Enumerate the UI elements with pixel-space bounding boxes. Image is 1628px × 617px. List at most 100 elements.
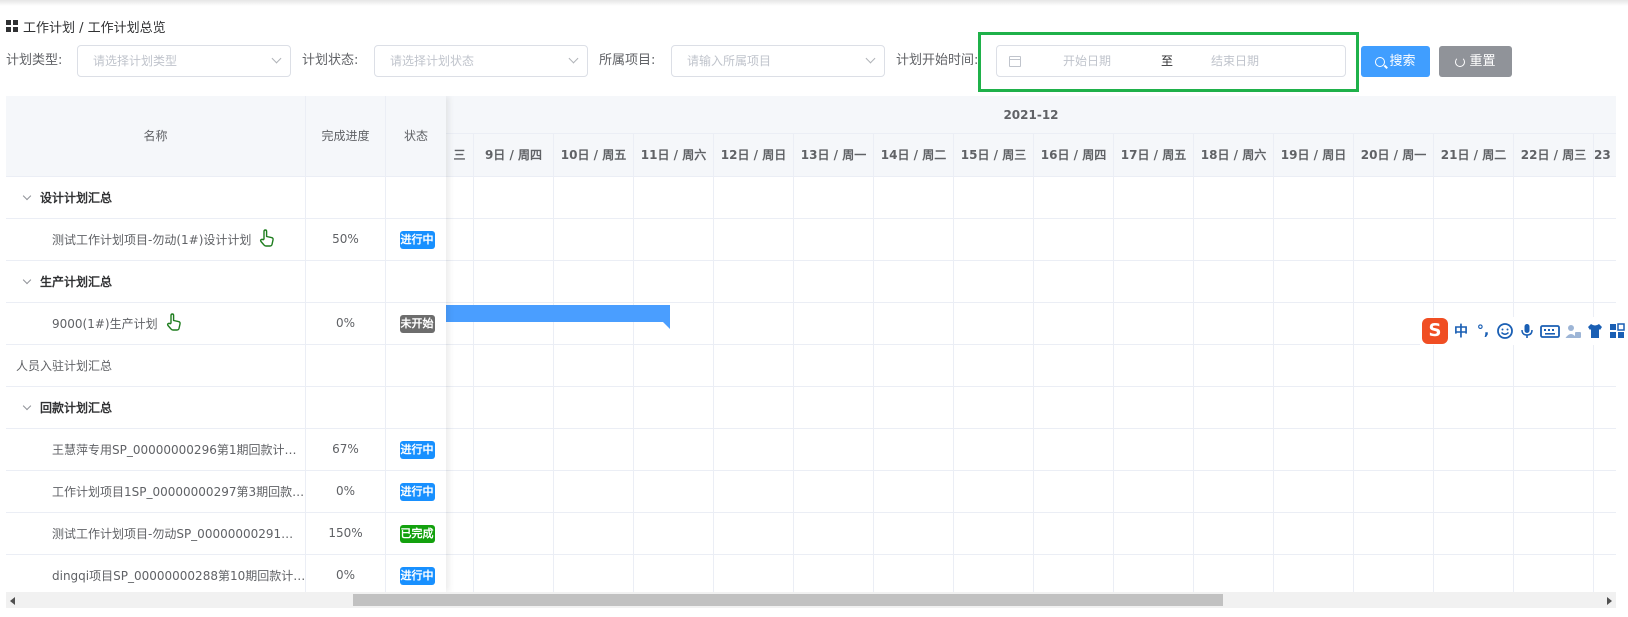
- day-header: 19日 / 周日: [1274, 134, 1354, 177]
- end-date-input[interactable]: 结束日期: [1211, 46, 1259, 76]
- status-cell: 进行中: [386, 219, 446, 260]
- scrollbar-thumb[interactable]: [353, 594, 1223, 606]
- task-name: dingqi项目SP_00000000288第10期回款计…: [52, 569, 306, 583]
- header-name: 名称: [6, 96, 306, 177]
- status-badge: 未开始: [399, 314, 435, 333]
- scroll-right-arrow-icon[interactable]: [1607, 597, 1612, 605]
- ime-toolbar: S 中 °,: [1420, 317, 1628, 345]
- day-header: 20日 / 周一: [1354, 134, 1434, 177]
- day-header: 21日 / 周二: [1434, 134, 1514, 177]
- reset-button[interactable]: 重置: [1439, 46, 1512, 77]
- status-cell: 进行中: [386, 429, 446, 470]
- task-name-cell: 设计计划汇总: [6, 177, 306, 218]
- search-button[interactable]: 搜索: [1361, 46, 1430, 77]
- gantt-bar[interactable]: [446, 305, 670, 329]
- grid-line: [1353, 177, 1354, 592]
- plan-type-select[interactable]: 请选择计划类型: [77, 45, 291, 77]
- table-row[interactable]: dingqi项目SP_00000000288第10期回款计… 0% 进行中: [6, 555, 446, 592]
- keyboard-icon[interactable]: [1540, 322, 1560, 340]
- status-cell: 未开始: [386, 303, 446, 344]
- day-header: 14日 / 周二: [874, 134, 954, 177]
- table-row[interactable]: 工作计划项目1SP_00000000297第3期回款… 0% 进行中: [6, 471, 446, 513]
- plan-status-select[interactable]: 请选择计划状态: [374, 45, 588, 77]
- ime-logo[interactable]: S: [1422, 318, 1448, 344]
- progress-cell: 150%: [306, 513, 386, 554]
- app-root: 工作计划 / 工作计划总览 计划类型: 请选择计划类型 计划状态: 请选择计划状…: [0, 0, 1628, 617]
- expand-caret-icon[interactable]: [22, 275, 32, 284]
- expand-caret-icon[interactable]: [22, 191, 32, 200]
- table-row[interactable]: 王慧萍专用SP_00000000296第1期回款计… 67% 进行中: [6, 429, 446, 471]
- grid-line: [446, 428, 1616, 429]
- emoji-icon[interactable]: [1496, 322, 1514, 340]
- grid-line: [446, 218, 1616, 219]
- task-name-cell: dingqi项目SP_00000000288第10期回款计…: [6, 555, 306, 592]
- day-header: 9日 / 周四: [474, 134, 554, 177]
- task-name: 设计计划汇总: [40, 191, 113, 205]
- scroll-left-arrow-icon[interactable]: [10, 597, 15, 605]
- grid-line: [633, 177, 634, 592]
- grid-line: [1033, 177, 1034, 592]
- status-cell: [386, 345, 446, 386]
- task-name: 测试工作计划项目-勿动SP_00000000291…: [52, 527, 294, 541]
- microphone-icon[interactable]: [1518, 322, 1536, 340]
- table-row[interactable]: 测试工作计划项目-勿动SP_00000000291… 150% 已完成: [6, 513, 446, 555]
- group-row[interactable]: 设计计划汇总: [6, 177, 446, 219]
- day-header: 三: [446, 134, 474, 177]
- grid-line: [1273, 177, 1274, 592]
- project-select[interactable]: 请输入所属项目: [671, 45, 885, 77]
- grid-line: [1113, 177, 1114, 592]
- timeline-days: 三 9日 / 周四 10日 / 周五 11日 / 周六 12日 / 周日 13日 / 周一…: [446, 134, 1616, 177]
- progress-cell: 0%: [306, 303, 386, 344]
- skin-shirt-icon[interactable]: [1586, 322, 1604, 340]
- horizontal-scrollbar[interactable]: [6, 592, 1616, 608]
- day-header: 22日 / 周三: [1514, 134, 1594, 177]
- pointer-hand-icon[interactable]: [166, 313, 182, 334]
- gantt-chart: 名称 完成进度 状态 设计计划汇总 测试工作计划项目-勿动(1#)设计计划 50% 进…: [6, 96, 1616, 592]
- project-placeholder: 请输入所属项目: [687, 54, 772, 68]
- task-name-cell: 9000(1#)生产计划: [6, 303, 306, 344]
- expand-caret-icon[interactable]: [22, 401, 32, 410]
- start-date-input[interactable]: 开始日期: [1063, 46, 1111, 76]
- breadcrumb-text: 工作计划 / 工作计划总览: [23, 20, 166, 36]
- task-table: 名称 完成进度 状态 设计计划汇总 测试工作计划项目-勿动(1#)设计计划 50% 进…: [6, 96, 446, 592]
- day-header: 15日 / 周三: [954, 134, 1034, 177]
- grid-line: [873, 177, 874, 592]
- toolbox-icon[interactable]: [1608, 322, 1626, 340]
- table-row[interactable]: 9000(1#)生产计划 0% 未开始: [6, 303, 446, 345]
- grid-line: [446, 302, 1616, 303]
- grid-line: [553, 177, 554, 592]
- task-name: 生产计划汇总: [40, 275, 113, 289]
- progress-cell: [306, 345, 386, 386]
- chevron-down-icon: [271, 53, 282, 64]
- status-badge: 进行中: [399, 482, 435, 501]
- day-header: 13日 / 周一: [794, 134, 874, 177]
- user-icon[interactable]: [1564, 322, 1582, 340]
- grid-line: [953, 177, 954, 592]
- breadcrumb: 工作计划 / 工作计划总览: [6, 16, 166, 36]
- table-row[interactable]: 人员入驻计划汇总: [6, 345, 446, 387]
- task-name-cell: 王慧萍专用SP_00000000296第1期回款计…: [6, 429, 306, 470]
- progress-cell: 0%: [306, 555, 386, 592]
- plan-type-placeholder: 请选择计划类型: [93, 54, 178, 68]
- grid-line: [446, 554, 1616, 555]
- task-name: 回款计划汇总: [40, 401, 113, 415]
- progress-cell: [306, 177, 386, 218]
- status-cell: [386, 177, 446, 218]
- header-status: 状态: [403, 129, 428, 143]
- chevron-down-icon: [568, 53, 579, 64]
- pointer-hand-icon[interactable]: [259, 229, 275, 250]
- status-cell: 已完成: [386, 513, 446, 554]
- task-name-cell: 测试工作计划项目-勿动(1#)设计计划: [6, 219, 306, 260]
- table-row[interactable]: 测试工作计划项目-勿动(1#)设计计划 50% 进行中: [6, 219, 446, 261]
- ime-mode[interactable]: 中: [1452, 321, 1470, 341]
- top-shadow: [0, 0, 1628, 6]
- progress-cell: [306, 387, 386, 428]
- group-row[interactable]: 生产计划汇总: [6, 261, 446, 303]
- range-separator: 至: [1161, 54, 1174, 68]
- group-row[interactable]: 回款计划汇总: [6, 387, 446, 429]
- plan-status-placeholder: 请选择计划状态: [390, 54, 475, 68]
- date-range-picker[interactable]: 开始日期 至 结束日期: [996, 45, 1346, 77]
- status-badge: 已完成: [399, 524, 435, 543]
- calendar-icon: [1009, 56, 1021, 67]
- ime-punctuation[interactable]: °,: [1474, 323, 1492, 339]
